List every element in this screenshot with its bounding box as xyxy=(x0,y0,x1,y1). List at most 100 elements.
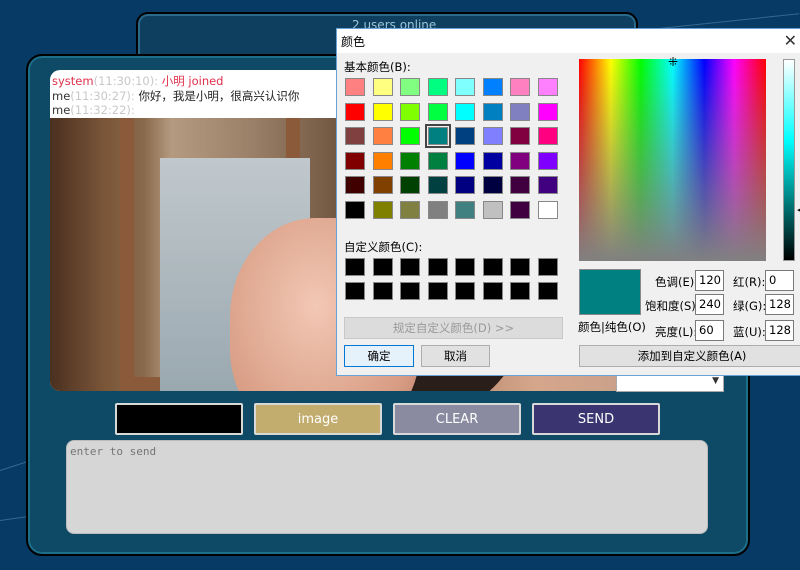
color-swatch[interactable] xyxy=(345,258,365,276)
dialog-title: 颜色 xyxy=(341,35,366,49)
color-solid-label: 颜色|纯色(O) xyxy=(578,320,646,334)
color-swatch[interactable] xyxy=(482,127,503,145)
message-sender: me xyxy=(52,89,71,103)
color-swatch[interactable] xyxy=(372,102,393,121)
basic-colors-label: 基本颜色(B): xyxy=(344,60,411,74)
color-swatch[interactable] xyxy=(537,200,558,219)
color-swatch[interactable] xyxy=(455,78,475,96)
message-input[interactable] xyxy=(66,440,708,534)
color-picker-button[interactable] xyxy=(115,403,243,435)
message-text: 你好，我是小明，很高兴认识你 xyxy=(138,89,300,103)
custom-colors-label: 自定义颜色(C): xyxy=(344,240,423,254)
send-button[interactable]: SEND xyxy=(532,403,660,435)
color-swatch[interactable] xyxy=(455,127,475,145)
color-swatch[interactable] xyxy=(372,176,393,194)
color-swatch[interactable] xyxy=(372,127,393,145)
color-swatch[interactable] xyxy=(427,102,448,121)
color-swatch[interactable] xyxy=(345,200,365,219)
ok-button[interactable]: 确定 xyxy=(344,345,414,367)
color-swatch[interactable] xyxy=(372,78,393,96)
color-swatch[interactable] xyxy=(510,102,530,121)
color-swatch[interactable] xyxy=(510,258,530,276)
color-swatch[interactable] xyxy=(424,124,451,148)
color-swatch[interactable] xyxy=(372,200,393,219)
color-swatch[interactable] xyxy=(482,176,503,194)
clear-button[interactable]: CLEAR xyxy=(393,403,521,435)
color-swatch[interactable] xyxy=(482,151,503,170)
define-custom-colors-button[interactable]: 规定自定义颜色(D) >> xyxy=(344,317,563,339)
message-text: 小明 joined xyxy=(161,74,224,88)
color-swatch[interactable] xyxy=(455,151,475,170)
color-swatch[interactable] xyxy=(510,176,530,194)
color-swatch[interactable] xyxy=(455,258,475,276)
color-swatch[interactable] xyxy=(427,176,448,194)
color-swatch[interactable] xyxy=(482,102,503,121)
color-swatch[interactable] xyxy=(537,102,558,121)
luminance-input[interactable]: 60 xyxy=(695,320,724,341)
chat-message: me(11:32:22): xyxy=(52,103,135,117)
color-swatch[interactable] xyxy=(482,78,503,96)
color-swatch[interactable] xyxy=(537,127,558,145)
color-swatch[interactable] xyxy=(510,78,530,96)
color-swatch[interactable] xyxy=(510,127,530,145)
color-swatch[interactable] xyxy=(345,127,365,145)
add-to-custom-colors-button[interactable]: 添加到自定义颜色(A) xyxy=(579,345,800,367)
green-input[interactable]: 128 xyxy=(765,294,794,315)
color-swatch[interactable] xyxy=(537,258,558,276)
dialog-titlebar: 颜色 ✕ xyxy=(337,29,800,53)
hue-input[interactable]: 120 xyxy=(695,270,724,291)
color-swatch[interactable] xyxy=(455,200,475,219)
color-swatch[interactable] xyxy=(482,200,503,219)
color-swatch[interactable] xyxy=(427,258,448,276)
saturation-input[interactable]: 240 xyxy=(695,294,724,315)
cancel-button[interactable]: 取消 xyxy=(421,345,490,367)
color-swatch[interactable] xyxy=(345,176,365,194)
color-swatch[interactable] xyxy=(455,102,475,121)
color-swatch[interactable] xyxy=(510,282,530,300)
red-input[interactable]: 0 xyxy=(765,270,794,291)
color-dialog: 颜色 ✕ 基本颜色(B): 自定义颜色(C): 规定自定义颜色(D) >> 确定… xyxy=(336,28,800,376)
color-swatch[interactable] xyxy=(427,282,448,300)
color-swatch[interactable] xyxy=(537,151,558,170)
red-label: 红(R): xyxy=(733,275,766,289)
close-icon[interactable]: ✕ xyxy=(784,31,797,50)
image-button[interactable]: image xyxy=(254,403,382,435)
color-swatch[interactable] xyxy=(510,151,530,170)
color-swatch[interactable] xyxy=(482,258,503,276)
color-swatch[interactable] xyxy=(372,258,393,276)
color-swatch[interactable] xyxy=(345,78,365,96)
color-swatch[interactable] xyxy=(427,151,448,170)
blue-input[interactable]: 128 xyxy=(765,320,794,341)
color-spectrum[interactable] xyxy=(579,59,766,261)
hue-label: 色调(E): xyxy=(655,275,699,289)
blue-label: 蓝(U): xyxy=(733,325,766,339)
color-swatch[interactable] xyxy=(345,102,365,121)
color-swatch[interactable] xyxy=(400,78,420,96)
color-swatch[interactable] xyxy=(400,127,420,145)
color-swatch[interactable] xyxy=(400,200,420,219)
message-time: (11:30:27): xyxy=(70,89,135,103)
color-swatch[interactable] xyxy=(400,151,420,170)
color-swatch[interactable] xyxy=(427,78,448,96)
color-swatch[interactable] xyxy=(427,200,448,219)
color-swatch[interactable] xyxy=(510,200,530,219)
color-swatch[interactable] xyxy=(400,282,420,300)
luminance-slider[interactable] xyxy=(783,59,795,261)
color-swatch[interactable] xyxy=(455,282,475,300)
color-swatch[interactable] xyxy=(345,151,365,170)
message-sender: me xyxy=(52,103,71,117)
color-swatch[interactable] xyxy=(537,176,558,194)
color-swatch[interactable] xyxy=(400,102,420,121)
color-swatch[interactable] xyxy=(400,258,420,276)
color-swatch[interactable] xyxy=(400,176,420,194)
saturation-label: 饱和度(S): xyxy=(645,299,700,313)
color-swatch[interactable] xyxy=(537,282,558,300)
color-swatch[interactable] xyxy=(482,282,503,300)
color-swatch[interactable] xyxy=(455,176,475,194)
color-swatch[interactable] xyxy=(372,151,393,170)
color-swatch[interactable] xyxy=(372,282,393,300)
color-preview xyxy=(579,269,641,315)
chat-message: system(11:30:10): 小明 joined xyxy=(52,73,223,89)
color-swatch[interactable] xyxy=(537,78,558,96)
color-swatch[interactable] xyxy=(345,282,365,300)
